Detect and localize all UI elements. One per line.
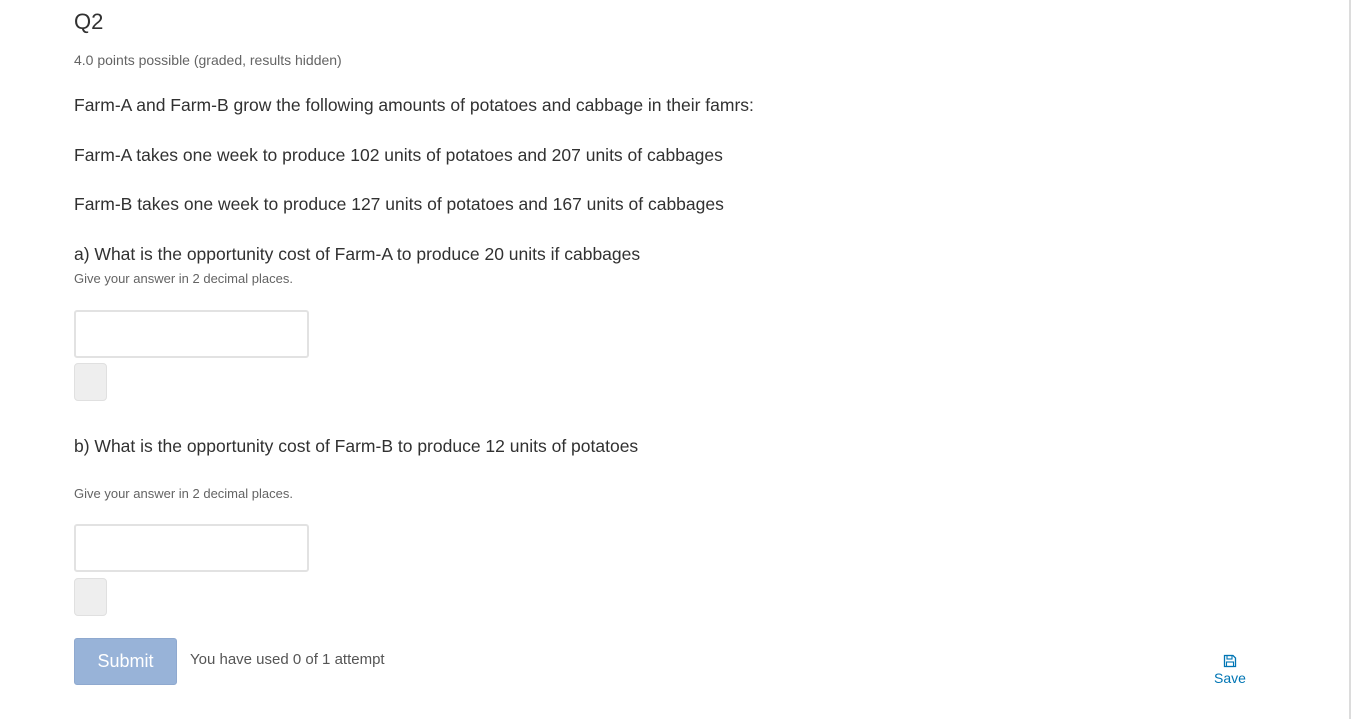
save-button[interactable]: Save <box>1200 654 1260 688</box>
question-a-label: a) What is the opportunity cost of Farm-… <box>74 244 641 264</box>
farm-a-statement: Farm-A takes one week to produce 102 uni… <box>74 145 723 165</box>
question-a-hint: Give your answer in 2 decimal places. <box>74 271 293 286</box>
answer-b-input[interactable] <box>74 524 309 572</box>
farm-b-statement: Farm-B takes one week to produce 127 uni… <box>74 194 724 214</box>
problem-page: Q2 4.0 points possible (graded, results … <box>0 0 1351 719</box>
answer-b-status <box>74 578 107 616</box>
problem-intro: Farm-A and Farm-B grow the following amo… <box>74 95 754 115</box>
save-label: Save <box>1214 670 1246 686</box>
question-b-hint: Give your answer in 2 decimal places. <box>74 486 293 501</box>
attempts-info: You have used 0 of 1 attempt <box>190 651 385 668</box>
floppy-disk-icon <box>1223 654 1237 668</box>
question-b-label: b) What is the opportunity cost of Farm-… <box>74 436 639 456</box>
submit-button[interactable]: Submit <box>74 638 177 685</box>
answer-a-input[interactable] <box>74 310 309 358</box>
points-info: 4.0 points possible (graded, results hid… <box>74 52 342 68</box>
answer-a-status <box>74 363 107 401</box>
problem-title: Q2 <box>74 9 104 34</box>
